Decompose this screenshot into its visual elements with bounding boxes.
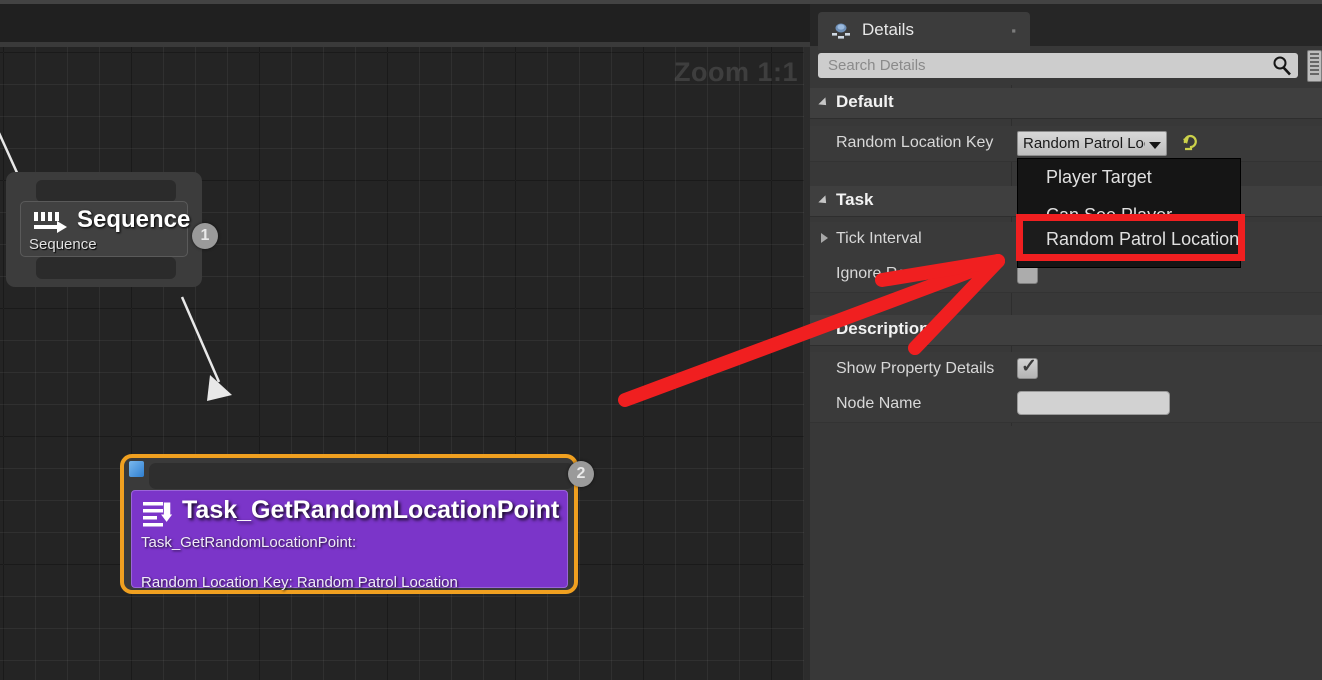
details-settings-button[interactable] [1307, 50, 1322, 82]
chevron-right-icon[interactable] [821, 233, 828, 243]
task-breakpoint-marker-icon [129, 461, 144, 477]
property-label-node-name: Node Name [836, 395, 921, 413]
chevron-down-icon [818, 195, 829, 206]
behavior-tree-graph-canvas[interactable]: Zoom 1:1 [0, 47, 806, 680]
details-panel: Details ▪ Search Details Default Random … [810, 0, 1322, 680]
sequence-node-subtitle: Sequence [29, 236, 97, 253]
chevron-down-icon[interactable] [1149, 142, 1161, 149]
sequence-node-shell[interactable]: Sequence Sequence 1 [6, 172, 202, 287]
annotation-highlight-box [1016, 214, 1245, 261]
category-description-label: Description [836, 319, 930, 339]
task-node-shell[interactable]: Task_GetRandomLocationPoint Task_GetRand… [120, 454, 578, 594]
task-node-body[interactable]: Task_GetRandomLocationPoint Task_GetRand… [131, 490, 568, 588]
property-label-ignore-restart-self: Ignore Restart Self [836, 265, 969, 283]
sequence-node-body[interactable]: Sequence Sequence [20, 201, 188, 257]
property-label-tick-interval: Tick Interval [836, 230, 922, 248]
property-label-show-property-details: Show Property Details [836, 360, 994, 378]
task-top-pin[interactable] [149, 463, 574, 489]
chevron-down-icon [818, 324, 829, 335]
sequence-node-title: Sequence [77, 206, 190, 234]
details-tabstrip: Details ▪ [810, 0, 1322, 46]
task-node-description-line1: Task_GetRandomLocationPoint: [141, 534, 356, 551]
bt-node-task-getrandomlocationpoint[interactable]: Task_GetRandomLocationPoint Task_GetRand… [120, 454, 578, 594]
tab-close-icon[interactable]: ▪ [1011, 23, 1016, 38]
category-default-label: Default [836, 92, 894, 112]
search-placeholder-label: Search Details [828, 57, 926, 74]
sequence-index-badge: 1 [192, 223, 218, 249]
task-node-title: Task_GetRandomLocationPoint [182, 496, 559, 525]
property-row-show-property-details[interactable]: Show Property Details ✓ [810, 352, 1322, 388]
tab-details-label: Details [862, 20, 914, 40]
zoom-level-label: Zoom 1:1 [674, 57, 798, 88]
property-row-random-location-key[interactable]: Random Location Key Random Patrol Loc [810, 126, 1322, 162]
search-input[interactable]: Search Details [818, 53, 1298, 78]
category-default[interactable]: Default [810, 88, 1322, 119]
task-node-description-line2: Random Location Key: Random Patrol Locat… [141, 574, 458, 591]
task-icon [141, 499, 177, 529]
dropdown-option-player-target[interactable]: Player Target [1018, 159, 1240, 195]
property-row-node-name[interactable]: Node Name [810, 387, 1322, 423]
app-root: Zoom 1:1 [0, 0, 1322, 680]
checkmark-icon: ✓ [1021, 356, 1037, 377]
chevron-down-icon [818, 97, 829, 108]
random-location-key-combobox[interactable]: Random Patrol Loc [1017, 131, 1167, 156]
details-inspector-icon [830, 20, 852, 42]
tab-details[interactable]: Details ▪ [818, 12, 1030, 50]
node-name-input[interactable] [1017, 391, 1170, 415]
details-empty-area [810, 426, 1322, 680]
sequence-bottom-pin[interactable] [36, 257, 176, 279]
show-property-details-checkbox[interactable]: ✓ [1017, 358, 1038, 379]
task-index-badge: 2 [568, 461, 594, 487]
category-description[interactable]: Description [810, 315, 1322, 346]
bt-node-sequence[interactable]: Sequence Sequence 1 [6, 172, 202, 287]
property-label-random-location-key: Random Location Key [836, 134, 993, 152]
revert-to-default-button[interactable] [1181, 132, 1199, 152]
search-icon[interactable] [1271, 55, 1292, 76]
random-location-key-value: Random Patrol Loc [1023, 135, 1145, 152]
sequence-top-pin[interactable] [36, 180, 176, 202]
category-task-label: Task [836, 190, 874, 210]
